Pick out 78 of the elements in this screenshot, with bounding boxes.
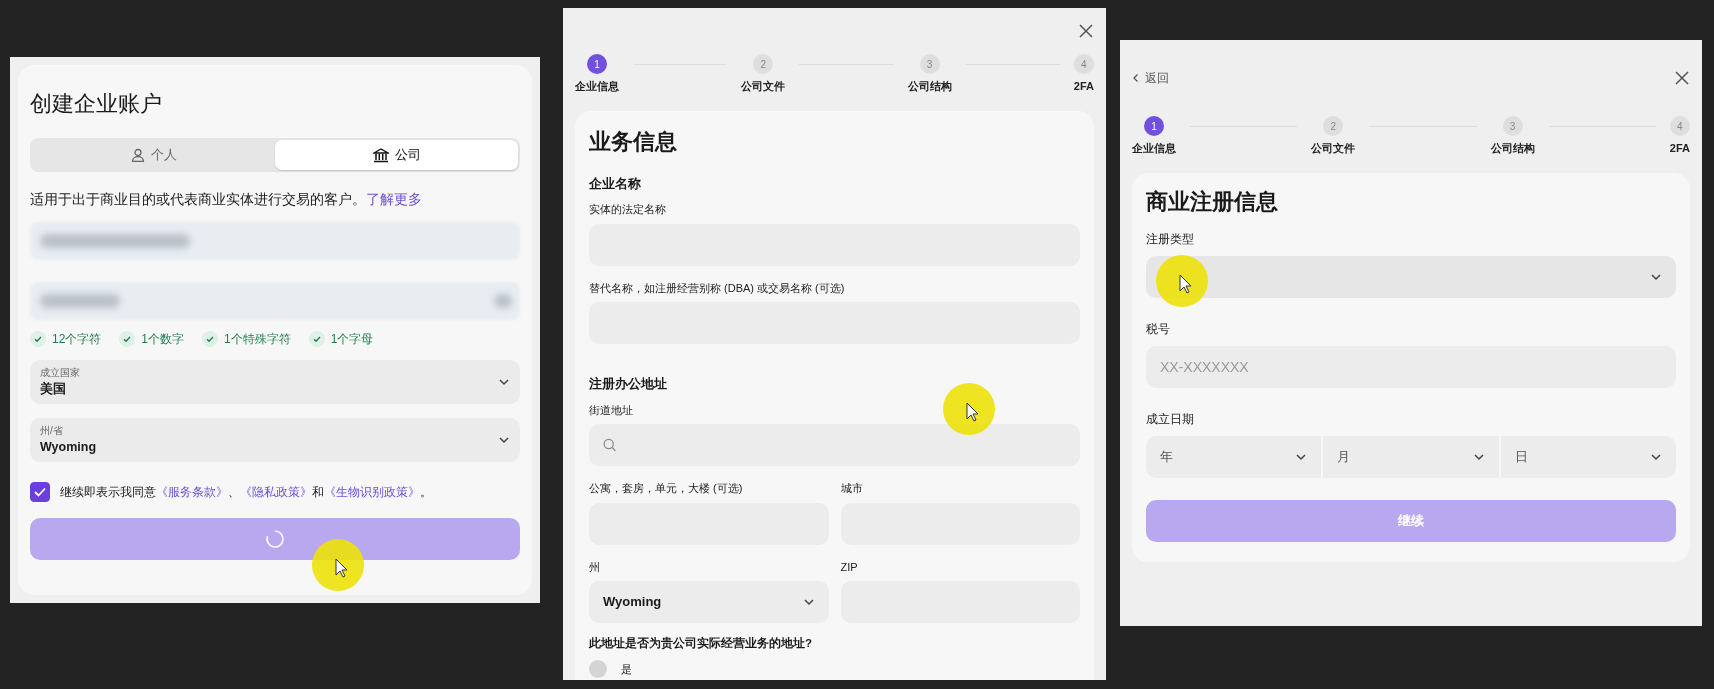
- rule-label: 1个字母: [330, 331, 374, 349]
- select-field[interactable]: 月: [1323, 435, 1499, 478]
- rule-label: 1个数字: [141, 331, 185, 349]
- step-label: 公司文件: [1311, 141, 1356, 156]
- step-number[interactable]: 1: [1144, 116, 1164, 136]
- select-field[interactable]: 年: [1146, 435, 1322, 478]
- field-label: 税号: [1146, 320, 1171, 338]
- chevron-down-icon: [498, 436, 510, 445]
- section-heading: 企业名称: [589, 174, 642, 193]
- chevron-down-icon: [1295, 452, 1308, 461]
- close-icon: [1674, 70, 1690, 86]
- select-field[interactable]: 成立国家 美国: [30, 360, 520, 405]
- field-label: ZIP: [840, 559, 859, 575]
- field-label: 替代名称，如注册经营别称 (DBA) 或交易名称 (可选): [589, 280, 846, 296]
- close-icon: [1078, 23, 1094, 39]
- field-label: 州: [589, 559, 601, 575]
- submit-button[interactable]: [30, 518, 520, 561]
- policy-link[interactable]: 《生物识别政策》: [324, 485, 420, 500]
- back-button[interactable]: 返回: [1132, 69, 1169, 87]
- question-text: 此地址是否为贵公司实际经营业务的地址?: [589, 635, 814, 651]
- input-field[interactable]: XX-XXXXXXX: [1146, 345, 1676, 388]
- step-label: 企业信息: [575, 79, 619, 94]
- text-part: 和: [312, 485, 324, 500]
- field-label: 注册类型: [1146, 230, 1195, 248]
- cursor-highlight-icon: [943, 383, 995, 435]
- step-number[interactable]: 1: [587, 54, 607, 74]
- field-label: 街道地址: [589, 402, 634, 418]
- field-value: 美国: [40, 380, 67, 399]
- step-label: 2FA: [1073, 79, 1094, 94]
- select-field[interactable]: 日: [1500, 435, 1676, 478]
- chevron-down-icon: [1650, 272, 1662, 281]
- account-type-tab[interactable]: 公司: [275, 140, 518, 170]
- option-label: 是: [621, 662, 632, 677]
- section-title: 业务信息: [589, 127, 678, 156]
- field-label: 实体的法定名称: [589, 202, 667, 217]
- field-label: 成立国家: [40, 366, 81, 381]
- learn-more-link[interactable]: 了解更多: [366, 192, 422, 207]
- bank-icon: [372, 147, 389, 163]
- chevron-down-icon: [802, 598, 815, 606]
- agree-checkbox[interactable]: [30, 482, 50, 503]
- chevron-down-icon: [498, 378, 510, 387]
- field-label: 成立日期: [1146, 410, 1195, 428]
- field-label: 城市: [840, 481, 864, 496]
- step-label: 2FA: [1669, 141, 1690, 156]
- chevron-down-icon: [1472, 452, 1485, 461]
- page-title: 创建企业账户: [30, 90, 163, 118]
- rule-label: 12个字符: [52, 331, 102, 349]
- search-field[interactable]: [589, 424, 1080, 466]
- rule-label: 1个特殊字符: [224, 331, 291, 349]
- policy-link[interactable]: 《隐私政策》: [240, 485, 312, 500]
- field-label: 公寓，套房，单元，大楼 (可选): [589, 481, 744, 496]
- chevron-down-icon: [1650, 452, 1662, 461]
- policy-link[interactable]: 《服务条款》: [156, 485, 228, 500]
- search-icon: [603, 438, 617, 452]
- check-icon: [34, 487, 46, 498]
- text-part: 继续即表示我同意: [60, 485, 156, 500]
- text-part: 、: [228, 485, 240, 500]
- radio-button[interactable]: [589, 660, 607, 679]
- person-icon: [130, 148, 145, 162]
- field-label: 州/省: [40, 424, 64, 439]
- account-type-tab[interactable]: 个人: [32, 140, 275, 170]
- chevron-left-icon: [1132, 73, 1139, 83]
- select-field[interactable]: 州/省 Wyoming: [30, 418, 520, 463]
- step-label: 企业信息: [1132, 141, 1176, 156]
- section-heading: 注册办公地址: [589, 375, 668, 393]
- text-part: 适用于出于商业目的或代表商业实体进行交易的客户。: [30, 192, 366, 207]
- text-part: 。: [420, 485, 432, 500]
- cursor-highlight-icon: [312, 539, 364, 591]
- cursor-highlight-icon: [1156, 255, 1208, 307]
- select-field[interactable]: Wyoming: [589, 581, 829, 623]
- close-button[interactable]: [1674, 70, 1690, 86]
- select-field[interactable]: [1146, 255, 1676, 298]
- close-button[interactable]: [1078, 23, 1094, 39]
- step-label: 公司文件: [741, 79, 786, 94]
- section-title: 商业注册信息: [1146, 187, 1279, 216]
- step-label: 公司结构: [1490, 141, 1535, 156]
- step-label: 公司结构: [907, 79, 952, 94]
- field-value: Wyoming: [40, 439, 98, 457]
